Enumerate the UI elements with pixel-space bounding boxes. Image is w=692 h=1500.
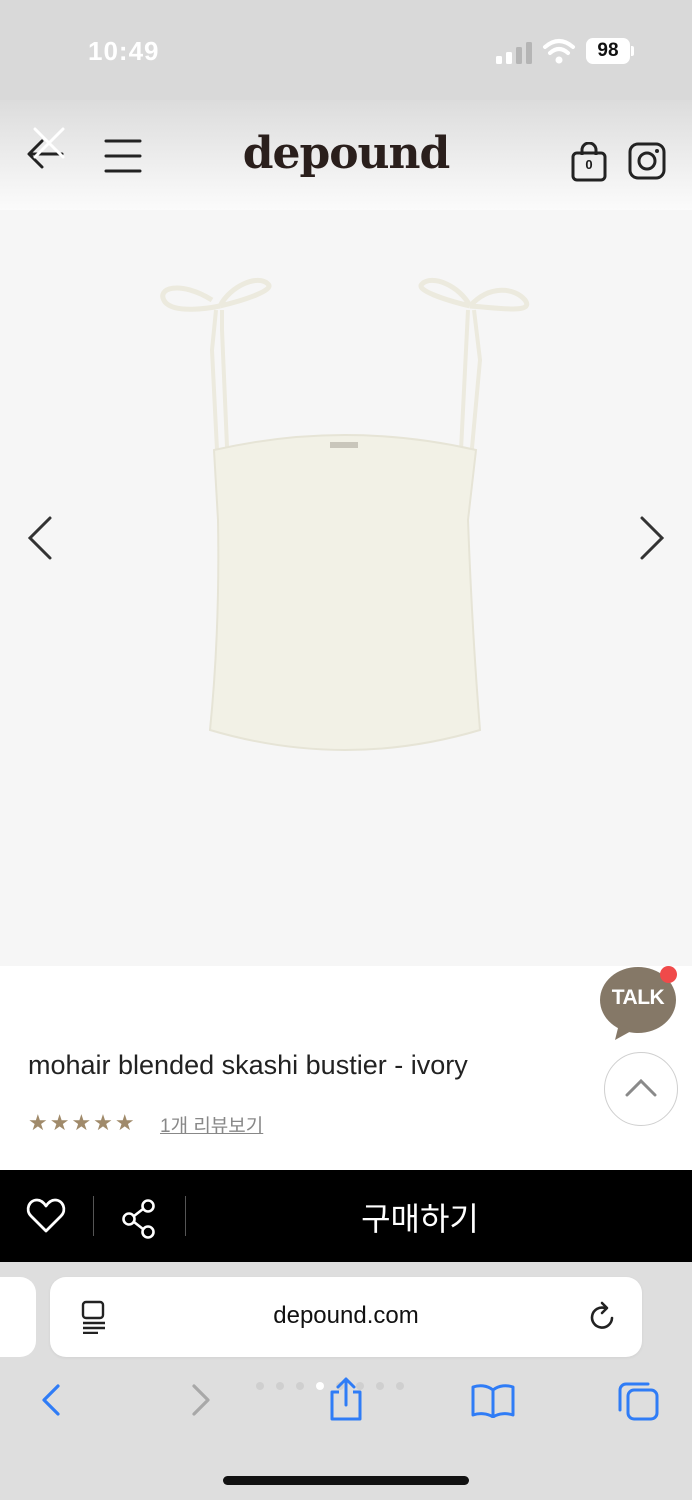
battery-indicator: 98 [586, 38, 630, 64]
cellular-signal-icon [496, 42, 532, 64]
chevron-left-icon[interactable] [20, 508, 60, 568]
share-sheet-icon[interactable] [326, 1376, 366, 1422]
chevron-right-icon[interactable] [632, 508, 672, 568]
previous-tab-peek[interactable] [0, 1277, 36, 1357]
cart-count: 0 [585, 157, 593, 172]
product-name: mohair blended skashi bustier - ivory [28, 1050, 468, 1080]
wifi-icon [543, 39, 575, 64]
url-text[interactable]: depound.com [50, 1302, 642, 1330]
product-image[interactable] [150, 270, 540, 770]
browser-forward-icon[interactable] [186, 1382, 216, 1418]
talk-label: TALK [611, 986, 665, 1009]
tabs-icon[interactable] [616, 1380, 660, 1422]
rating-stars: ★★★★★ [28, 1110, 137, 1135]
home-indicator [223, 1476, 469, 1485]
scroll-top-button[interactable] [604, 1052, 678, 1126]
status-time: 10:49 [88, 36, 160, 66]
instagram-icon[interactable] [628, 142, 666, 180]
divider [93, 1196, 94, 1236]
bookmarks-icon[interactable] [470, 1382, 516, 1418]
chevron-up-icon [625, 1078, 657, 1097]
heart-icon[interactable] [26, 1198, 66, 1234]
reload-icon[interactable] [588, 1300, 618, 1332]
review-link[interactable]: 1개 리뷰보기 [160, 1111, 263, 1138]
browser-back-icon[interactable] [36, 1382, 66, 1418]
battery-tip [631, 46, 634, 56]
share-icon[interactable] [120, 1198, 158, 1240]
notification-dot [660, 966, 677, 983]
buy-button[interactable]: 구매하기 [186, 1194, 654, 1240]
cart-button[interactable]: 0 [570, 141, 608, 182]
